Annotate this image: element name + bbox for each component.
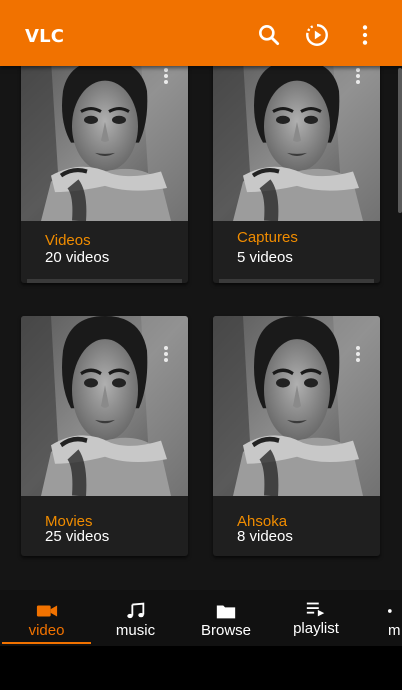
- vlc-app: VLC Videos 20 videos Captures 5 videos M…: [0, 0, 402, 690]
- folder-thumbnail: [21, 66, 188, 221]
- active-tab-indicator: [2, 642, 91, 644]
- more-vert-icon[interactable]: [352, 22, 378, 48]
- folder-card-captures[interactable]: Captures 5 videos: [213, 66, 380, 283]
- nav-item-browse[interactable]: Browse: [181, 590, 271, 646]
- folder-thumbnail: [213, 316, 380, 496]
- folder-count: 20 videos: [45, 249, 110, 266]
- bottom-navigation: video music Browse playlist m: [0, 590, 402, 646]
- folder-count: 5 videos: [237, 249, 293, 266]
- scrollbar[interactable]: [398, 68, 402, 213]
- card-more-icon[interactable]: [352, 346, 364, 366]
- nav-item-music[interactable]: music: [91, 590, 180, 646]
- nav-label: m: [388, 622, 401, 639]
- nav-item-playlist[interactable]: playlist: [271, 590, 361, 646]
- card-more-icon[interactable]: [160, 68, 172, 88]
- card-divider: [27, 279, 182, 283]
- search-icon[interactable]: [256, 22, 282, 48]
- card-more-icon[interactable]: [352, 68, 364, 88]
- nav-item-video[interactable]: video: [2, 590, 91, 646]
- nav-label: music: [115, 622, 156, 639]
- system-bar: [0, 646, 402, 690]
- app-bar: VLC: [0, 0, 402, 66]
- folder-count: 8 videos: [237, 528, 293, 545]
- nav-label: Browse: [200, 622, 252, 639]
- videocam-icon: [36, 605, 57, 617]
- card-more-icon[interactable]: [160, 346, 172, 366]
- video-folder-grid: Videos 20 videos Captures 5 videos Movie…: [0, 66, 402, 590]
- card-divider: [219, 279, 374, 283]
- nav-label: video: [28, 622, 65, 639]
- folder-thumbnail: [213, 66, 380, 221]
- folder-name: Captures: [237, 229, 298, 246]
- music-note-icon: [126, 602, 144, 619]
- folder-thumbnail: [21, 316, 188, 496]
- nav-label: playlist: [293, 620, 339, 637]
- folder-name: Videos: [45, 232, 91, 249]
- nav-item-more[interactable]: m: [361, 590, 402, 646]
- folder-icon: [216, 605, 236, 619]
- more-icon: [388, 609, 392, 613]
- folder-card-ahsoka[interactable]: Ahsoka 8 videos: [213, 316, 380, 556]
- folder-count: 25 videos: [45, 528, 110, 545]
- folder-card-videos[interactable]: Videos 20 videos: [21, 66, 188, 283]
- folder-card-movies[interactable]: Movies 25 videos: [21, 316, 188, 556]
- app-title: VLC: [25, 26, 65, 47]
- playlist-play-icon: [306, 602, 325, 617]
- resume-playback-icon[interactable]: [304, 22, 330, 48]
